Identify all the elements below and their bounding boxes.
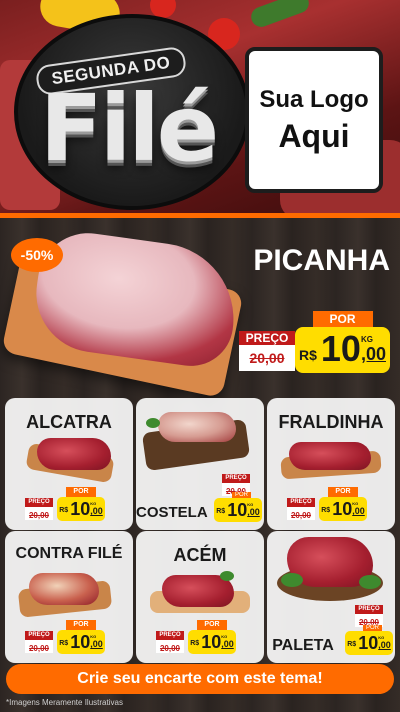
old-price-value: 20,00 (290, 511, 312, 520)
meat-photo (37, 438, 111, 470)
currency-symbol: R$ (216, 508, 226, 515)
old-price-label: PREÇO (156, 631, 184, 640)
price-cents: ,00 (352, 506, 365, 516)
new-price-label: POR (66, 620, 96, 630)
product-card-acem[interactable]: ACÉM PREÇO 20,00 POR R$ 10 KG ,00 (136, 531, 264, 663)
price-integer: 10 (70, 632, 91, 652)
price-integer: 10 (201, 632, 222, 652)
old-price-tag: PREÇO 20,00 (287, 498, 315, 520)
new-price-label: POR (312, 311, 373, 327)
old-price-tag: PREÇO 20,00 (239, 331, 295, 371)
new-price-label: POR (328, 487, 358, 497)
currency-symbol: R$ (59, 507, 69, 514)
new-price-tag: POR R$ 10 KG ,00 (295, 311, 390, 373)
price-cents: ,00 (247, 507, 260, 517)
product-name: ACÉM (173, 545, 227, 565)
unit-label: KG (360, 335, 373, 344)
currency-symbol: R$ (347, 641, 357, 648)
herb-garnish (220, 571, 234, 581)
featured-product-name: PICANHA (253, 244, 390, 277)
create-flyer-button[interactable]: Crie seu encarte com este tema! (6, 664, 394, 694)
price-integer: 10 (70, 499, 91, 519)
badge-title: Filé (39, 75, 219, 182)
old-price-label: PREÇO (355, 605, 383, 614)
old-price-tag: PREÇO 20,00 (355, 605, 383, 627)
price-integer: 10 (332, 499, 353, 519)
product-card-contra-file[interactable]: CONTRA FILÉ PREÇO 20,00 POR R$ 10 KG ,00 (5, 531, 133, 663)
new-price-tag: R$ 10 KG ,00 (345, 631, 393, 655)
price-integer: 10 (320, 328, 361, 369)
old-price-tag: PREÇO 20,00 (25, 631, 53, 653)
currency-symbol: R$ (299, 347, 317, 363)
herb-garnish (359, 575, 381, 589)
price-cents: ,00 (90, 639, 103, 649)
product-name: CONTRA FILÉ (15, 545, 123, 562)
price-cents: ,00 (360, 344, 386, 364)
disclaimer-text: *Imagens Meramente Ilustrativas (6, 698, 123, 707)
herb-garnish (281, 573, 303, 587)
old-price-value: 20,00 (159, 644, 181, 653)
new-price-tag: R$ 10 KG ,00 (214, 498, 262, 522)
price-cents: ,00 (221, 639, 234, 649)
new-price-tag: POR R$ 10 KG ,00 (188, 620, 236, 654)
price-integer: 10 (358, 633, 379, 653)
new-price-label: POR (232, 492, 252, 498)
new-price-label: POR (66, 487, 96, 497)
old-price-value: 20,00 (28, 511, 50, 520)
new-price-tag: POR R$ 10 KG ,00 (319, 487, 367, 521)
product-name: ALCATRA (26, 412, 112, 432)
old-price-label: PREÇO (287, 498, 315, 507)
price-cents: ,00 (378, 640, 391, 650)
meat-photo (29, 573, 99, 605)
old-price-tag: PREÇO 20,00 (156, 631, 184, 653)
old-price-label: PREÇO (25, 631, 53, 640)
product-name: FRALDINHA (278, 412, 384, 432)
logo-text-line1: Sua Logo (259, 85, 369, 113)
currency-symbol: R$ (190, 640, 200, 647)
currency-symbol: R$ (59, 640, 69, 647)
logo-text-line2: Aqui (278, 117, 350, 154)
old-price-value: 20,00 (249, 350, 285, 366)
product-name: PALETA (272, 637, 334, 654)
new-price-tag: POR R$ 10 KG ,00 (57, 487, 105, 521)
product-card-costela[interactable]: COSTELA PREÇO 20,00 R$ 10 KG,00 POR (136, 398, 264, 530)
meat-photo (158, 412, 236, 442)
product-card-alcatra[interactable]: ALCATRA PREÇO 20,00 POR R$ 10 KG ,00 (5, 398, 133, 530)
herb-decoration (248, 0, 312, 30)
new-price-tag: POR R$ 10 KG ,00 (57, 620, 105, 654)
new-price-label: POR (197, 620, 227, 630)
product-name: COSTELA (136, 504, 208, 521)
logo-placeholder[interactable]: Sua Logo Aqui (245, 47, 383, 193)
product-card-paleta[interactable]: PALETA PREÇO 20,00 R$ 10 KG ,00 POR (267, 531, 395, 663)
herb-garnish (146, 418, 160, 428)
old-price-value: 20,00 (28, 644, 50, 653)
price-cents: ,00 (90, 506, 103, 516)
old-price-label: PREÇO (222, 474, 250, 483)
old-price-tag: PREÇO 20,00 (25, 498, 53, 520)
old-price-label: PREÇO (239, 331, 295, 345)
product-card-fraldinha[interactable]: FRALDINHA PREÇO 20,00 POR R$ 10 KG ,00 (267, 398, 395, 530)
old-price-label: PREÇO (25, 498, 53, 507)
currency-symbol: R$ (321, 507, 331, 514)
discount-badge: -50% (11, 238, 63, 272)
header-banner: SEGUNDA DO Filé Sua Logo Aqui (0, 0, 400, 214)
meat-photo (289, 442, 371, 470)
price-integer: 10 (227, 500, 248, 520)
new-price-label: POR (363, 625, 383, 631)
